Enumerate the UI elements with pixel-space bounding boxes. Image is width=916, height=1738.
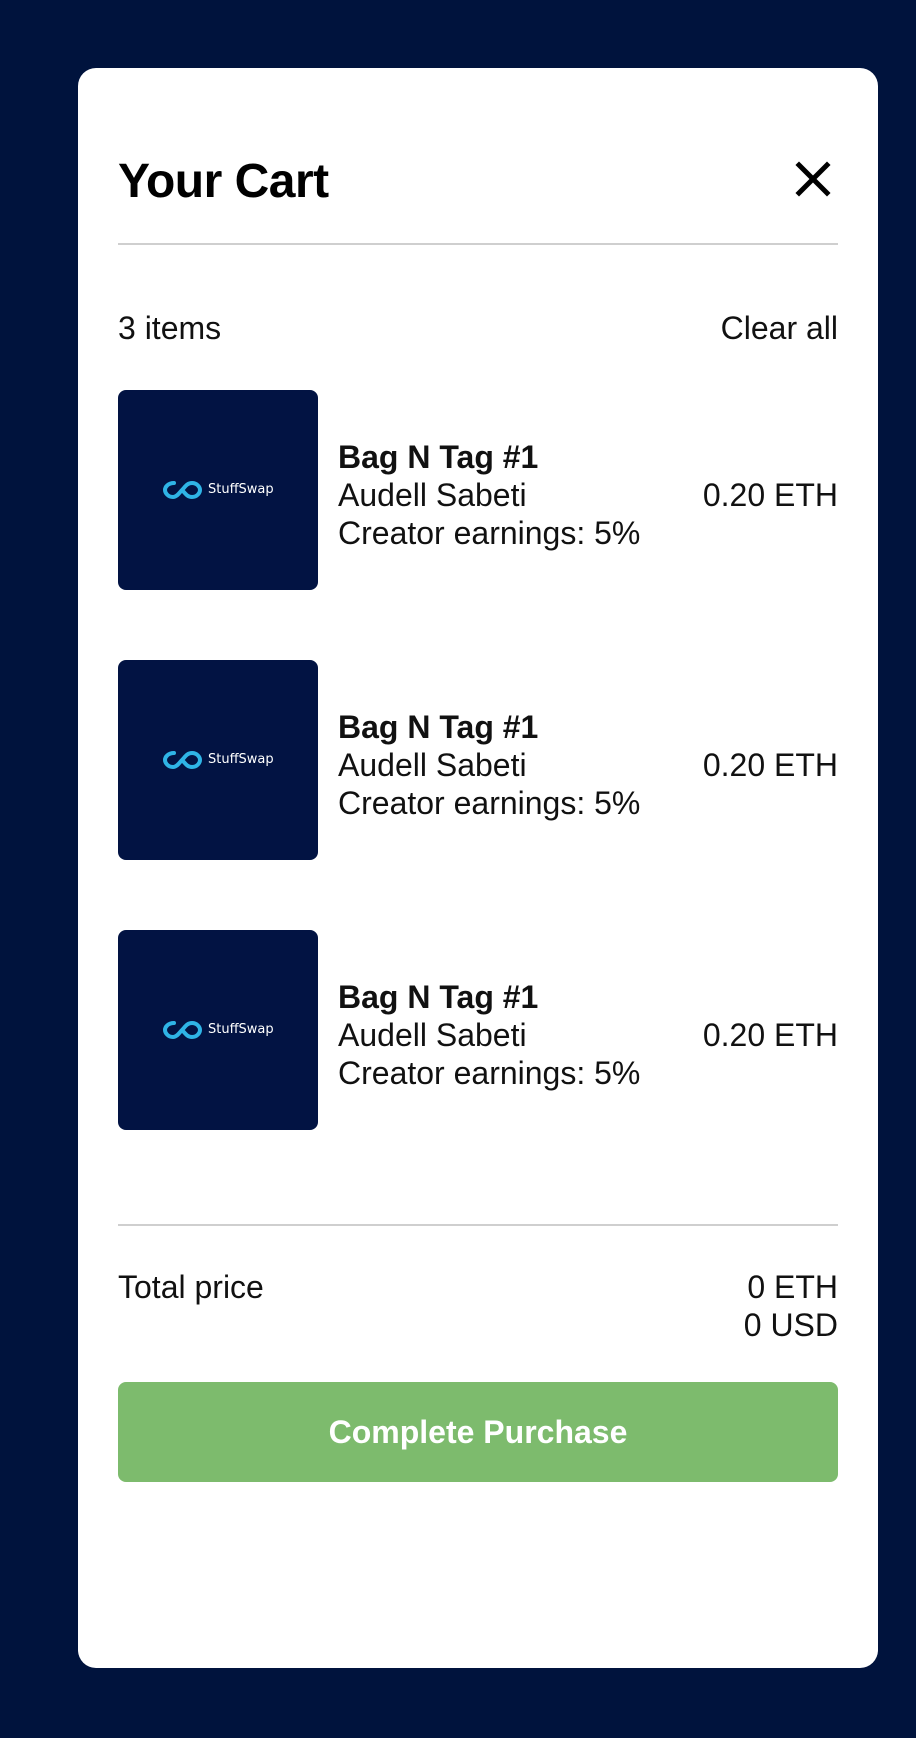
- stuffswap-logo-icon: [162, 480, 203, 500]
- logo-text: StuffSwap: [208, 752, 274, 767]
- total-values: 0 ETH 0 USD: [744, 1268, 838, 1344]
- item-name: Bag N Tag #1: [338, 979, 539, 1015]
- item-price: 0.20 ETH: [702, 1017, 838, 1053]
- stuffswap-logo: StuffSwap: [160, 745, 280, 775]
- complete-purchase-button[interactable]: Complete Purchase: [118, 1382, 838, 1482]
- stuffswap-logo-icon: [162, 1020, 203, 1040]
- total-price-label: Total price: [118, 1269, 264, 1305]
- item-count: 3 items: [118, 310, 222, 346]
- item-creator: Audell Sabeti: [338, 747, 527, 783]
- stuffswap-logo: StuffSwap: [160, 1015, 280, 1045]
- total-eth: 0 ETH: [747, 1269, 838, 1305]
- cart-title: Your Cart: [118, 155, 329, 208]
- cart-meta-row: 3 items Clear all: [118, 308, 838, 348]
- item-thumbnail: StuffSwap: [118, 930, 318, 1130]
- cart-item[interactable]: StuffSwap Bag N Tag #1 Audell Sabeti Cre…: [118, 930, 838, 1130]
- clear-all-button[interactable]: Clear all: [721, 308, 838, 348]
- item-creator-earnings: Creator earnings: 5%: [338, 1055, 641, 1091]
- cart-panel: Your Cart 3 items Clear all StuffSwap Ba…: [78, 68, 878, 1668]
- item-creator: Audell Sabeti: [338, 1017, 527, 1053]
- item-creator-earnings: Creator earnings: 5%: [338, 785, 641, 821]
- item-thumbnail: StuffSwap: [118, 660, 318, 860]
- cart-header: Your Cart: [118, 150, 838, 214]
- item-price: 0.20 ETH: [702, 477, 838, 513]
- item-thumbnail: StuffSwap: [118, 390, 318, 590]
- item-creator: Audell Sabeti: [338, 477, 527, 513]
- close-icon: [795, 161, 831, 197]
- logo-text: StuffSwap: [208, 482, 274, 497]
- item-name: Bag N Tag #1: [338, 709, 539, 745]
- total-usd: 0 USD: [743, 1307, 838, 1343]
- item-price: 0.20 ETH: [702, 747, 838, 783]
- item-info: Bag N Tag #1 Audell Sabeti Creator earni…: [338, 438, 640, 552]
- cart-item[interactable]: StuffSwap Bag N Tag #1 Audell Sabeti Cre…: [118, 390, 838, 590]
- header-divider: [118, 243, 838, 245]
- logo-text: StuffSwap: [208, 1022, 274, 1037]
- item-name: Bag N Tag #1: [338, 439, 539, 475]
- stuffswap-logo: StuffSwap: [160, 475, 280, 505]
- close-button[interactable]: [788, 154, 838, 204]
- total-divider: [118, 1224, 838, 1226]
- stuffswap-logo-icon: [162, 750, 203, 770]
- item-creator-earnings: Creator earnings: 5%: [338, 515, 641, 551]
- item-info: Bag N Tag #1 Audell Sabeti Creator earni…: [338, 708, 640, 822]
- item-info: Bag N Tag #1 Audell Sabeti Creator earni…: [338, 978, 640, 1092]
- cart-item[interactable]: StuffSwap Bag N Tag #1 Audell Sabeti Cre…: [118, 660, 838, 860]
